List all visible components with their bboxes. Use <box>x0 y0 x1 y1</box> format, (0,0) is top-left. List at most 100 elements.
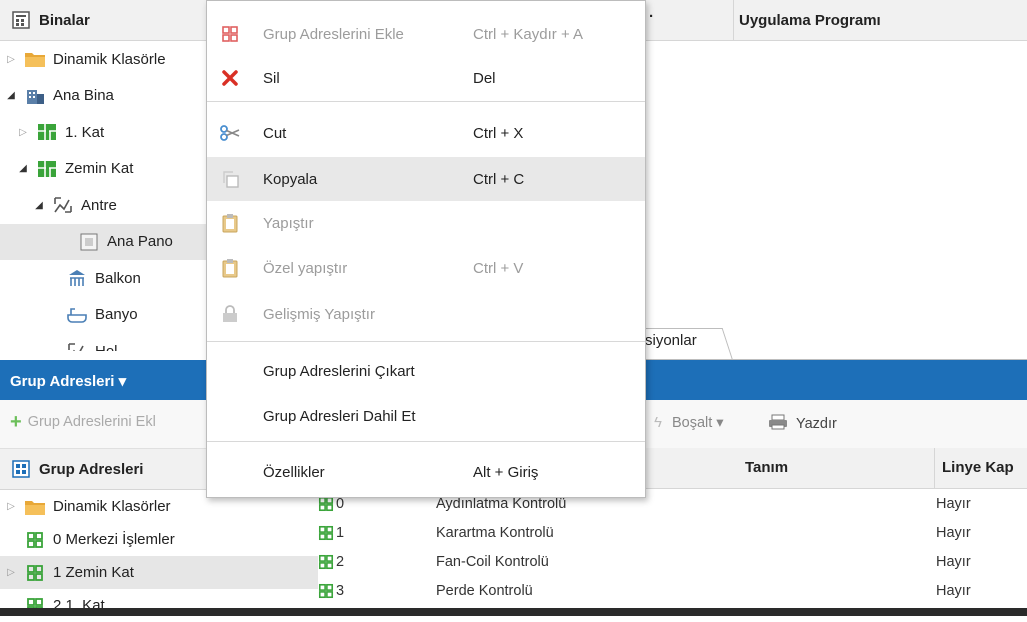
clipboard-icon <box>219 212 241 234</box>
collapsed-arrow-icon[interactable]: ▷ <box>16 127 30 138</box>
group-tree-item[interactable]: ▷ 1 Zemin Kat <box>0 556 318 589</box>
menu-item-shortcut: Ctrl + X <box>473 124 524 142</box>
group-tree-item[interactable]: 2 1. Kat <box>0 589 318 622</box>
tree-item-label: Ana Bina <box>53 87 114 105</box>
bathroom-icon <box>66 306 88 324</box>
tree-item-label: Hol <box>95 343 118 351</box>
menu-item[interactable]: Grup Adreslerini Ekle Ctrl + Kaydır + A <box>207 12 645 56</box>
menu-item-shortcut: Ctrl + C <box>473 170 525 188</box>
tree-item[interactable]: ◢ Antre <box>0 187 207 224</box>
tree-item-label: Antre <box>81 196 117 214</box>
tree-item-label: Dinamik Klasörle <box>53 50 166 68</box>
tree-item[interactable]: ▷ 1. Kat <box>0 114 207 151</box>
group-addresses-dropdown[interactable]: Grup Adresleri ▾ <box>10 372 126 390</box>
menu-item-label: Grup Adreslerini Ekle <box>263 25 404 43</box>
menu-item[interactable]: Gelişmiş Yapıştır <box>207 292 645 336</box>
buildings-tree: ▷ Dinamik Klasörle ◢ Ana Bina ▷ 1. Kat ◢ Zemin … <box>0 41 207 351</box>
tree-item[interactable]: Banyo <box>0 297 207 334</box>
menu-separator <box>207 101 645 102</box>
table-row[interactable]: 1 Karartma Kontrolü Hayır <box>318 520 1027 549</box>
delete-icon <box>219 67 241 89</box>
menu-item[interactable]: Grup Adreslerini Çıkart <box>207 349 645 393</box>
clipboard-icon <box>219 257 241 279</box>
tree-item[interactable]: Balkon <box>0 260 207 297</box>
add-group-addresses-button[interactable]: + Grup Adreslerini Ekl <box>10 412 156 432</box>
group-address-icon <box>318 525 334 545</box>
menu-item[interactable]: Sil Del <box>207 56 645 100</box>
menu-item[interactable]: Kopyala Ctrl + C <box>207 157 645 201</box>
expanded-arrow-icon[interactable]: ◢ <box>16 163 30 174</box>
table-row[interactable]: 3 Perde Kontrolü Hayır <box>318 578 1027 607</box>
menu-item-label: Yapıştır <box>263 214 314 232</box>
printer-icon <box>768 414 788 434</box>
collapsed-arrow-icon[interactable]: ▷ <box>4 567 18 578</box>
address-name: Fan-Coil Kontrolü <box>436 554 549 570</box>
context-menu: Grup Adreslerini Ekle Ctrl + Kaydır + A Si… <box>206 0 646 498</box>
workspace-table-header: · Uygulama Programı <box>645 0 1027 41</box>
collapsed-arrow-icon[interactable]: ▷ <box>4 54 18 65</box>
menu-item[interactable]: Cut Ctrl + X <box>207 111 645 155</box>
expanded-arrow-icon[interactable]: ◢ <box>32 200 46 211</box>
lock-icon <box>219 303 241 325</box>
room-icon <box>66 342 88 351</box>
group-tree-item-label: 1 Zemin Kat <box>53 564 134 581</box>
collapsed-arrow-icon[interactable]: ▷ <box>4 501 18 512</box>
menu-item-label: Sil <box>263 69 280 87</box>
group-address-icon <box>318 583 334 603</box>
address-number: 2 <box>336 554 345 570</box>
tree-item[interactable]: Hol <box>0 333 207 351</box>
add-group-addresses-label: Grup Adreslerini Ekl <box>27 414 156 430</box>
tree-item[interactable]: ◢ Ana Bina <box>0 78 207 115</box>
menu-item-label: Özellikler <box>263 463 325 481</box>
group-address-icon <box>219 23 241 45</box>
tree-item[interactable]: Ana Pano <box>0 223 207 260</box>
address-number: 0 <box>336 496 345 512</box>
table-row[interactable]: 2 Fan-Coil Kontrolü Hayır <box>318 549 1027 578</box>
window-bottom-edge <box>0 608 1027 616</box>
group-address-icon <box>24 564 46 582</box>
tab-functions[interactable]: siyonlar <box>645 332 697 349</box>
expanded-arrow-icon[interactable]: ◢ <box>4 90 18 101</box>
building-icon <box>24 87 46 105</box>
address-name: Perde Kontrolü <box>436 583 533 599</box>
address-table: 0 Aydınlatma Kontrolü Hayır 1 Karartma Kontr… <box>318 489 1027 609</box>
clear-button[interactable]: ϟ Boşalt ▾ <box>654 414 724 431</box>
menu-item-shortcut: Alt + Giriş <box>473 463 539 481</box>
menu-item-shortcut: Ctrl + Kaydır + A <box>473 25 584 43</box>
eraser-icon: ϟ <box>654 414 662 431</box>
column-header-application[interactable]: Uygulama Programı <box>739 12 881 29</box>
group-address-icon <box>318 554 334 574</box>
menu-item[interactable]: Yapıştır <box>207 201 645 245</box>
copy-icon <box>219 168 241 190</box>
tree-item-label: Balkon <box>95 269 141 287</box>
room-icon <box>52 196 74 214</box>
line-coupler-value: Hayır <box>936 496 971 512</box>
folder-icon <box>24 50 46 68</box>
menu-item[interactable]: Grup Adresleri Dahil Et <box>207 394 645 438</box>
scissors-icon <box>219 122 241 144</box>
menu-item[interactable]: Özel yapıştır Ctrl + V <box>207 246 645 290</box>
menu-item-label: Gelişmiş Yapıştır <box>263 305 375 323</box>
tab-strip: siyonlar <box>628 320 1027 360</box>
line-coupler-value: Hayır <box>936 583 971 599</box>
column-header-line-coupler[interactable]: Linye Kap <box>942 459 1014 476</box>
address-number: 1 <box>336 525 345 541</box>
buildings-panel-header: Binalar <box>0 0 207 41</box>
folder-icon <box>24 498 46 516</box>
print-button[interactable]: Yazdır <box>768 414 837 434</box>
buildings-panel-title: Binalar <box>39 11 90 29</box>
group-address-icon <box>24 531 46 549</box>
menu-item[interactable]: Özellikler Alt + Giriş <box>207 450 645 494</box>
tree-item[interactable]: ◢ Zemin Kat <box>0 151 207 188</box>
workspace-panel: · Uygulama Programı <box>645 0 1027 352</box>
column-header-description[interactable]: Tanım <box>745 459 788 476</box>
building-grid-icon <box>10 11 32 29</box>
address-name: Aydınlatma Kontrolü <box>436 496 567 512</box>
group-tree-item-label: Dinamik Klasörler <box>53 498 171 515</box>
tree-item-label: 1. Kat <box>65 123 105 141</box>
column-header-partial[interactable]: · <box>645 0 734 40</box>
menu-separator <box>207 341 645 342</box>
tree-item[interactable]: ▷ Dinamik Klasörle <box>0 41 207 78</box>
group-tree-title: Grup Adresleri <box>39 460 144 478</box>
group-tree-item[interactable]: 0 Merkezi İşlemler <box>0 523 318 556</box>
